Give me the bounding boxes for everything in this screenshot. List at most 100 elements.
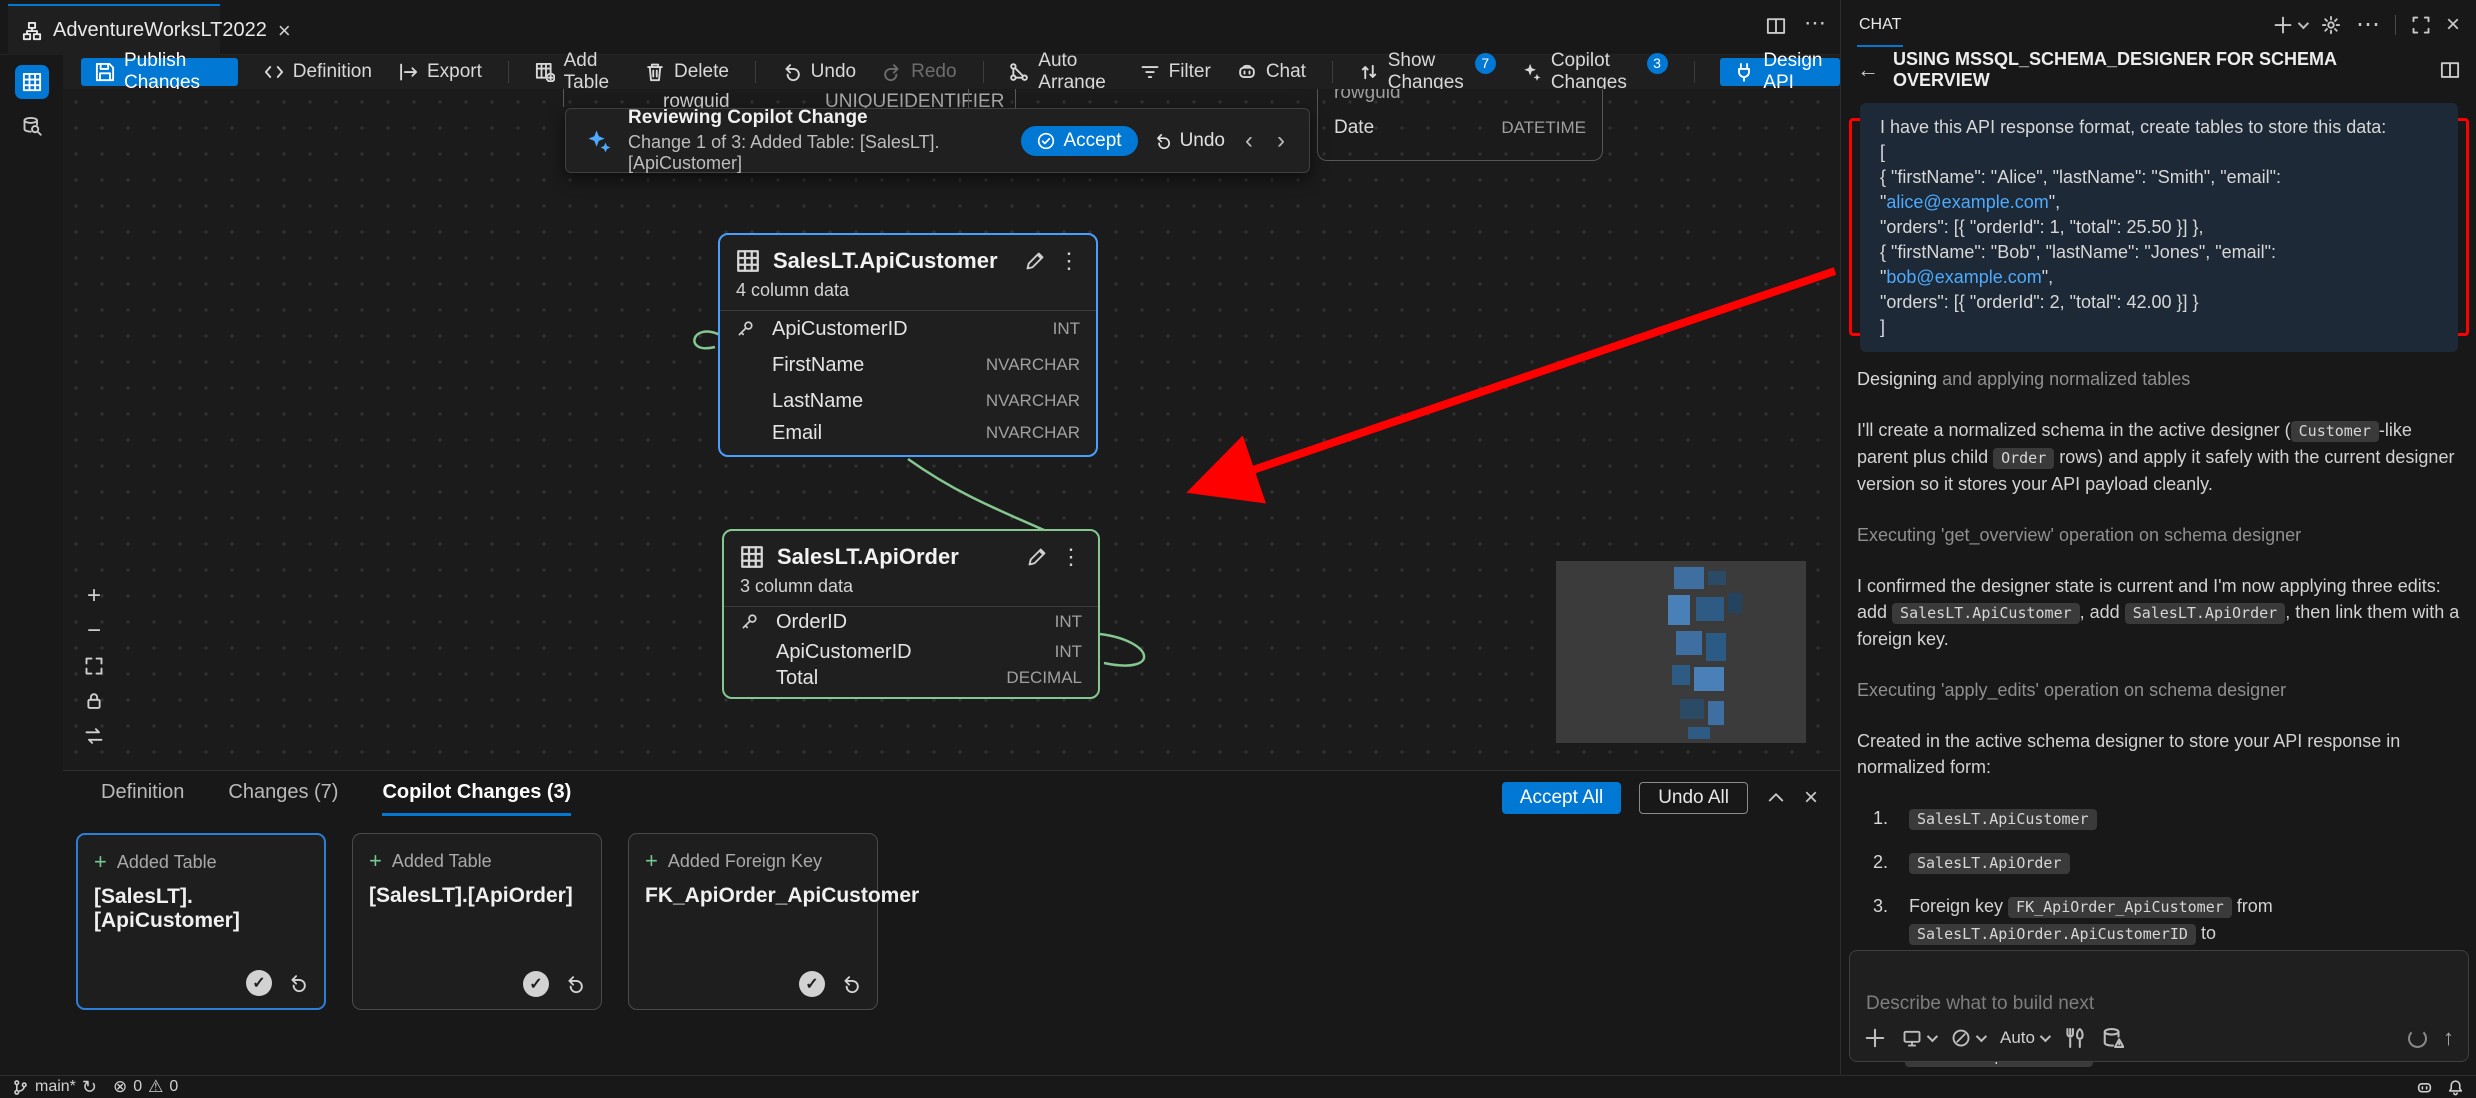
change-card-apiorder[interactable]: +Added Table [SalesLT].[ApiOrder] ✓ xyxy=(352,833,602,1010)
maximize-chat-icon[interactable] xyxy=(2411,15,2431,35)
split-editor-icon[interactable] xyxy=(1766,16,1786,36)
tab-definition[interactable]: Definition xyxy=(101,781,184,816)
database-search-icon[interactable] xyxy=(15,109,49,143)
tab-changes[interactable]: Changes (7) xyxy=(228,781,338,816)
change-card-apicustomer[interactable]: +Added Table [SalesLT].[ApiCustomer] ✓ xyxy=(76,833,326,1010)
close-panel-icon[interactable]: × xyxy=(1804,784,1818,812)
email-link[interactable]: bob@example.com xyxy=(1886,267,2041,287)
chat-button[interactable]: Chat xyxy=(1237,61,1306,83)
collapse-panel-icon[interactable] xyxy=(1766,788,1786,808)
design-api-button[interactable]: Design API xyxy=(1720,58,1840,86)
screen-context-control[interactable] xyxy=(1902,1028,1935,1048)
lock-icon[interactable] xyxy=(81,688,107,714)
undo-all-button[interactable]: Undo All xyxy=(1639,782,1748,814)
copilot-changes-button[interactable]: Copilot Changes3 xyxy=(1522,50,1668,94)
open-in-editor-icon[interactable] xyxy=(2440,60,2460,80)
change-card-title: [SalesLT].[ApiOrder] xyxy=(369,884,585,908)
schema-designer-tool-icon[interactable] xyxy=(15,65,49,99)
problems-indicator[interactable]: ⊗ 0 ⚠ 0 xyxy=(113,1077,178,1097)
add-table-button[interactable]: Add Table xyxy=(535,50,619,94)
accept-change-icon[interactable]: ✓ xyxy=(523,971,549,997)
attach-context-icon[interactable] xyxy=(1864,1027,1886,1049)
undo-change-icon[interactable] xyxy=(565,974,585,994)
change-card-title: [SalesLT].[ApiCustomer] xyxy=(94,885,308,933)
column-row[interactable]: OrderID INT xyxy=(724,607,1098,637)
show-changes-button[interactable]: Show Changes7 xyxy=(1359,50,1496,94)
chat-input-box[interactable]: Describe what to build next Auto xyxy=(1849,950,2469,1062)
minimap[interactable] xyxy=(1556,561,1806,743)
send-icon[interactable]: ↑ xyxy=(2443,1025,2454,1051)
column-row[interactable]: FirstName NVARCHAR xyxy=(720,347,1096,383)
column-row[interactable]: Email NVARCHAR xyxy=(720,419,1096,455)
editor-tab-bar: AdventureWorksLT2022 × ⋯ xyxy=(0,0,1840,55)
copilot-status-icon[interactable] xyxy=(2416,1079,2433,1096)
editor-more-icon[interactable]: ⋯ xyxy=(1804,16,1826,36)
screen-icon xyxy=(1902,1028,1922,1048)
database-warning-icon[interactable] xyxy=(2102,1027,2124,1049)
chat-more-icon[interactable]: ⋯ xyxy=(2356,20,2380,30)
column-row[interactable]: Total DECIMAL xyxy=(724,667,1098,697)
table-more-icon[interactable]: ⋮ xyxy=(1060,544,1082,570)
column-row[interactable]: ApiCustomerID INT xyxy=(724,637,1098,667)
mode-picker-control[interactable] xyxy=(1951,1028,1984,1048)
tab-adventureworks[interactable]: AdventureWorksLT2022 × xyxy=(8,4,220,55)
copilot-review-subtitle: Change 1 of 3: Added Table: [SalesLT].[A… xyxy=(628,132,1005,174)
inline-code: SalesLT.ApiOrder xyxy=(1909,853,2070,874)
minimap-node xyxy=(1668,595,1690,625)
table-more-icon[interactable]: ⋮ xyxy=(1058,248,1080,274)
chat-panel-title[interactable]: CHAT xyxy=(1857,3,1903,47)
table-card-apicustomer[interactable]: SalesLT.ApiCustomer ⋮ 4 column data ApiC… xyxy=(718,233,1098,457)
accept-change-icon[interactable]: ✓ xyxy=(799,971,825,997)
email-link[interactable]: alice@example.com xyxy=(1886,192,2048,212)
zoom-in-icon[interactable]: + xyxy=(81,583,107,609)
next-change-icon[interactable]: › xyxy=(1273,127,1289,155)
copilot-change-cards: +Added Table [SalesLT].[ApiCustomer] ✓ +… xyxy=(63,815,1840,1010)
tab-close-icon[interactable]: × xyxy=(278,20,291,42)
auto-arrange-button[interactable]: Auto Arrange xyxy=(1009,50,1113,94)
new-chat-icon[interactable] xyxy=(2273,15,2293,35)
edit-table-icon[interactable] xyxy=(1025,251,1045,271)
undo-change-button[interactable]: Undo xyxy=(1154,130,1225,152)
close-chat-icon[interactable]: × xyxy=(2446,11,2460,39)
schema-canvas[interactable]: rowguid UNIQUEIDENTIFIER rowguid Date DA… xyxy=(63,89,1840,770)
redo-icon xyxy=(882,62,902,82)
chat-list-item: 1.SalesLT.ApiCustomer xyxy=(1873,805,2463,832)
back-icon[interactable]: ← xyxy=(1857,57,1879,83)
accept-all-button[interactable]: Accept All xyxy=(1502,782,1621,814)
edit-table-icon[interactable] xyxy=(1027,547,1047,567)
copilot-review-bar: Reviewing Copilot Change Change 1 of 3: … xyxy=(565,108,1310,173)
accept-change-icon[interactable]: ✓ xyxy=(246,970,272,996)
delete-button[interactable]: Delete xyxy=(645,61,729,83)
table-card-apiorder[interactable]: SalesLT.ApiOrder ⋮ 3 column data OrderID… xyxy=(722,529,1100,699)
minimap-node xyxy=(1676,631,1702,655)
change-card-foreignkey[interactable]: +Added Foreign Key FK_ApiOrder_ApiCustom… xyxy=(628,833,878,1010)
branch-indicator[interactable]: main* ↻ xyxy=(12,1077,97,1098)
publish-changes-button[interactable]: Publish Changes xyxy=(81,58,238,86)
export-button[interactable]: Export xyxy=(398,61,482,83)
minimap-node xyxy=(1706,633,1726,661)
redo-button[interactable]: Redo xyxy=(882,61,956,83)
accept-change-button[interactable]: Accept xyxy=(1021,126,1137,156)
previous-change-icon[interactable]: ‹ xyxy=(1241,127,1257,155)
undo-icon xyxy=(782,62,802,82)
undo-change-icon[interactable] xyxy=(841,974,861,994)
filter-button[interactable]: Filter xyxy=(1140,61,1211,83)
tab-copilot-changes[interactable]: Copilot Changes (3) xyxy=(382,781,571,816)
minimap-node xyxy=(1672,665,1690,685)
undo-change-icon[interactable] xyxy=(288,973,308,993)
sync-icon[interactable]: ↻ xyxy=(82,1077,97,1098)
model-picker-control[interactable]: Auto xyxy=(2000,1028,2048,1048)
column-row[interactable]: ApiCustomerID INT xyxy=(720,311,1096,347)
tools-icon[interactable] xyxy=(2064,1027,2086,1049)
new-chat-dropdown-icon[interactable] xyxy=(2298,18,2309,29)
reset-layout-icon[interactable] xyxy=(81,723,107,749)
column-row[interactable]: LastName NVARCHAR xyxy=(720,383,1096,419)
inline-code: SalesLT.ApiOrder.ApiCustomerID xyxy=(1909,924,2196,945)
fit-view-icon[interactable] xyxy=(81,653,107,679)
zoom-out-icon[interactable]: − xyxy=(81,618,107,644)
chat-settings-icon[interactable] xyxy=(2321,15,2341,35)
undo-button[interactable]: Undo xyxy=(782,61,856,83)
bell-icon[interactable] xyxy=(2447,1079,2464,1096)
definition-button[interactable]: Definition xyxy=(264,61,372,83)
minimap-node xyxy=(1728,593,1742,613)
